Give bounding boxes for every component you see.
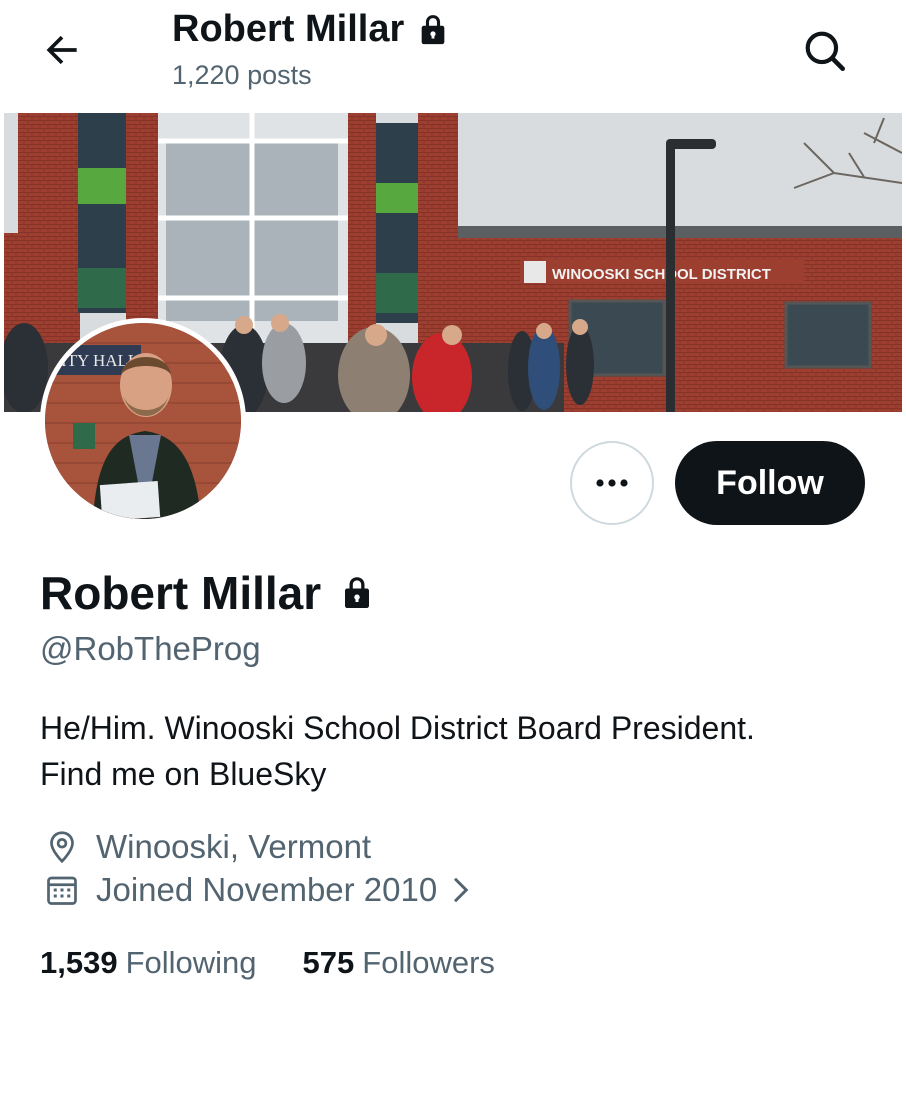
chevron-right-icon — [454, 877, 469, 903]
search-button[interactable] — [800, 26, 850, 76]
bio-line: Find me on BlueSky — [40, 756, 327, 792]
joined-text: Joined November 2010 — [96, 871, 438, 908]
avatar-photo: ITY HALL — [45, 323, 241, 519]
following-label: Following — [125, 945, 257, 980]
avatar[interactable]: ITY HALL — [40, 318, 246, 524]
profile-display-name: Robert Millar — [40, 566, 375, 620]
header-name: Robert Millar — [172, 8, 405, 50]
more-horizontal-icon — [596, 479, 628, 487]
post-count: 1,220 posts — [172, 60, 312, 90]
followers-label: Followers — [362, 945, 495, 980]
calendar-icon — [47, 876, 77, 905]
search-icon — [805, 31, 845, 72]
followers-link[interactable]: 575 Followers — [303, 945, 495, 981]
bio-line: He/Him. Winooski School District Board P… — [40, 710, 755, 746]
lock-icon — [345, 577, 370, 608]
profile-bio: He/Him. Winooski School District Board P… — [40, 705, 880, 797]
profile-stats: 1,539 Following 575 Followers — [40, 945, 541, 981]
profile-handle: @RobTheProg — [40, 630, 261, 667]
profile-location: Winooski, Vermont — [44, 828, 371, 866]
back-button[interactable] — [40, 28, 84, 72]
profile-joined-date[interactable]: Joined November 2010 — [44, 871, 471, 909]
display-name-text: Robert Millar — [40, 567, 322, 619]
header-title: Robert Millar — [172, 8, 450, 51]
lock-icon — [421, 14, 445, 44]
location-pin-icon — [50, 831, 74, 864]
followers-count: 575 — [302, 945, 355, 980]
more-options-button[interactable] — [570, 441, 654, 525]
following-link[interactable]: 1,539 Following — [40, 945, 257, 981]
follow-button[interactable]: Follow — [675, 441, 865, 525]
following-count: 1,539 — [40, 945, 118, 980]
arrow-left-icon — [46, 35, 77, 65]
location-text: Winooski, Vermont — [96, 828, 372, 865]
banner-sign-text: WINOOSKI SCHOOL DISTRICT — [552, 266, 771, 283]
